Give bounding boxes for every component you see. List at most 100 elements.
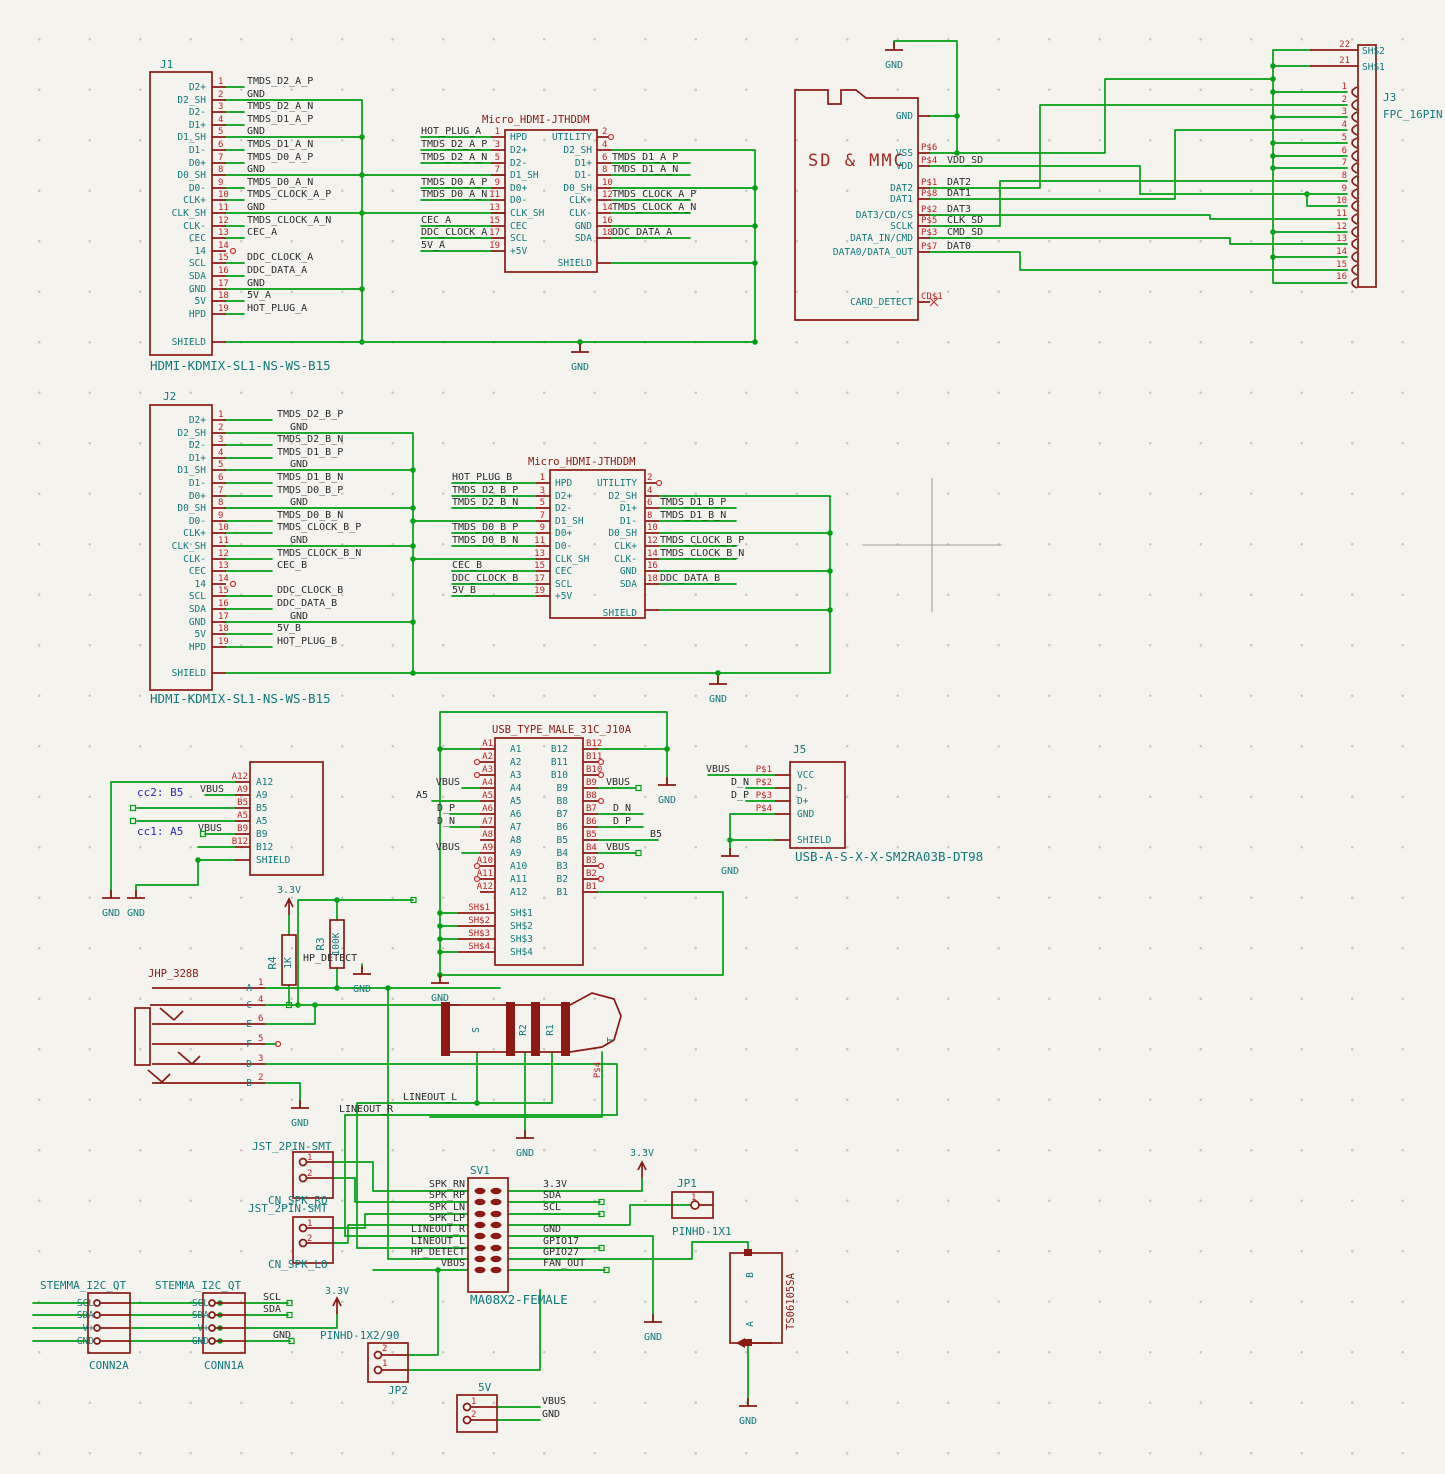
schematic-canvas[interactable]: J1HDMI-KDMIX-SL1-NS-WS-B15D2+D2_SHD2-D1+…	[0, 0, 1445, 1474]
conn-5v-text-3: VBUS	[542, 1396, 566, 1407]
conn-5v-text-4: GND	[542, 1409, 560, 1420]
pullup-resistors-text-0: 3.3V	[277, 885, 301, 896]
usb-c-stub-text-10: A5	[237, 811, 248, 821]
j3-body[interactable]	[1358, 45, 1376, 287]
speaker-connectors-text-5: 2	[307, 1169, 312, 1179]
j2-hdmi-b-text-35: 14	[218, 574, 229, 584]
j2-hdmi-b-text-34: 13	[218, 561, 229, 571]
usb-type-c-text-64: D_P	[613, 816, 631, 827]
j1-hdmi-a-text-50: TMDS_CLOCK_A_P	[247, 189, 331, 200]
usb-type-c-text-45: B12	[586, 739, 602, 749]
j2-hdmi-b-text-54: DDC_CLOCK_B	[277, 585, 343, 596]
j1-hdmi-a-text-49: TMDS_D0_A_N	[247, 177, 313, 188]
ts-switch-text-1: B	[745, 1272, 756, 1278]
ground-symbols-text-6: GND	[102, 908, 120, 919]
sd-mmc-text-26: DAT0	[947, 241, 971, 252]
j2-hdmi-b-labels: J2HDMI-KDMIX-SL1-NS-WS-B15D2+D2_SHD2-D1+…	[150, 390, 361, 706]
trs-plug-graphic[interactable]	[441, 993, 621, 1056]
micro-hdmi-a-text-8: CEC	[510, 221, 527, 232]
micro-hdmi-b-text-30: 19	[534, 586, 545, 596]
usb-c-stub-text-11: B9	[237, 824, 248, 834]
stemma-connectors-text-5: SDA	[77, 1310, 94, 1321]
speaker-connectors-text-0: JST_2PIN-SMT	[252, 1140, 332, 1153]
usb-type-c-text-41: SH$1	[468, 903, 490, 913]
j5-usb-a-text-8: P$2	[756, 778, 772, 788]
speaker-connectors-text-6: 1	[307, 1219, 312, 1229]
sv1-header-text-8: HP_DETECT	[411, 1247, 465, 1258]
usb-c-stub-text-2: B5	[256, 803, 267, 814]
micro-hdmi-b-text-50: TMDS_CLOCK_B_P	[660, 535, 744, 546]
sv1-pads	[475, 1188, 502, 1273]
usb-type-c-text-63: D_N	[613, 803, 631, 814]
micro-hdmi-b-text-40: HOT_PLUG_B	[452, 472, 512, 483]
wires-usbc-stub	[111, 782, 235, 898]
jp1-text-0: JP1	[677, 1177, 697, 1190]
j2-hdmi-b-text-36: 15	[218, 586, 229, 596]
jp2-text-1: JP2	[388, 1384, 408, 1397]
j2-hdmi-b-text-19: 5V	[195, 629, 207, 640]
micro-hdmi-a-text-42: TMDS_D2_A_N	[421, 152, 487, 163]
jhp-headphone-jack-text-0: JHP_328B	[148, 968, 199, 980]
pullup-resistors-text-3: R3	[314, 937, 327, 950]
j2-hdmi-b-text-43: TMDS_D2_B_N	[277, 434, 343, 445]
ground-symbols-text-0: GND	[571, 362, 589, 373]
sd-mmc-text-1: GND	[896, 111, 913, 122]
ts-switch-labels: TS06105SABA	[745, 1272, 797, 1330]
micro-hdmi-a-text-1: HPD	[510, 132, 527, 143]
micro-hdmi-a-text-43: TMDS_D0_A_P	[421, 177, 487, 188]
j5-usb-a-text-9: P$3	[756, 791, 772, 801]
j3-fpc-text-20: 15	[1336, 260, 1347, 270]
ts-switch-body[interactable]	[730, 1253, 782, 1343]
usb-type-c-text-56: B1	[586, 882, 597, 892]
j1-hdmi-a-text-3: D2_SH	[177, 95, 206, 106]
j1-hdmi-a-text-7: D1-	[189, 145, 206, 156]
j1-hdmi-a-text-55: DDC_DATA_A	[247, 265, 307, 276]
usb-type-c-text-66: VBUS	[606, 842, 630, 853]
micro-hdmi-b-text-27: 13	[534, 549, 545, 559]
j1-hdmi-a-text-35: 14	[218, 241, 229, 251]
micro-hdmi-a-text-45: CEC_A	[421, 215, 451, 226]
usb-type-c-text-19: B10	[551, 770, 568, 781]
usb-type-c-text-29: A1	[482, 739, 493, 749]
j1-hdmi-a-text-39: 18	[218, 291, 229, 301]
j1-hdmi-a-text-2: D2+	[189, 82, 206, 93]
micro-hdmi-a-text-19: SDA	[575, 233, 592, 244]
micro-hdmi-b-text-51: TMDS_CLOCK_B_N	[660, 548, 744, 559]
j3-fpc-text-11: 6	[1342, 146, 1347, 156]
sv1-header-text-6: LINEOUT_R	[411, 1224, 466, 1235]
j2-hdmi-b-text-13: CLK-	[183, 554, 206, 565]
j2-hdmi-b-text-46: TMDS_D1_B_N	[277, 472, 343, 483]
micro-hdmi-b-text-19: SDA	[620, 579, 637, 590]
cn-spk-ro-body[interactable]	[293, 1152, 333, 1198]
sv1-header-text-1: MA08X2-FEMALE	[470, 1292, 568, 1307]
micro-hdmi-a-text-49: TMDS_D1_A_N	[612, 164, 678, 175]
j1-hdmi-a-text-43: TMDS_D2_A_N	[247, 101, 313, 112]
jhp-body[interactable]	[135, 1008, 150, 1065]
micro-hdmi-b-text-38: 16	[647, 561, 658, 571]
j2-hdmi-b-text-51: GND	[290, 535, 308, 546]
usb-type-c-text-65: B5	[650, 829, 662, 840]
micro-hdmi-a-text-28: 15	[489, 216, 500, 226]
sv1-body[interactable]	[468, 1178, 508, 1292]
j5-usb-a-text-0: J5	[793, 743, 806, 756]
micro-hdmi-b-text-49: TMDS_D1_B_N	[660, 510, 726, 521]
ts-switch-text-0: TS06105SA	[785, 1272, 797, 1330]
usb-type-c-text-43: SH$3	[468, 929, 490, 939]
conn-5v-body[interactable]	[457, 1395, 497, 1432]
jp2-body[interactable]	[368, 1343, 408, 1382]
micro-hdmi-b-text-31: 2	[647, 473, 652, 483]
stemma-connectors-text-7: GND	[77, 1336, 94, 1347]
micro-hdmi-a-text-34: 8	[602, 165, 607, 175]
sd-mmc-body[interactable]	[795, 90, 918, 320]
usb-type-c-text-12: A12	[510, 887, 527, 898]
micro-hdmi-b-text-15: D0_SH	[608, 528, 637, 539]
terminal-markers	[131, 135, 662, 1344]
j1-hdmi-a-text-1: HDMI-KDMIX-SL1-NS-WS-B15	[150, 358, 331, 373]
usb-type-c-text-54: B3	[586, 856, 597, 866]
micro-hdmi-a-text-26: 11	[489, 190, 500, 200]
j1-hdmi-a-text-53: CEC_A	[247, 227, 277, 238]
j2-hdmi-b-text-17: SDA	[189, 604, 206, 615]
cn-spk-lo-body[interactable]	[293, 1217, 333, 1263]
usb-c-body[interactable]	[495, 738, 583, 965]
micro-hdmi-a-text-30: 19	[489, 241, 500, 251]
